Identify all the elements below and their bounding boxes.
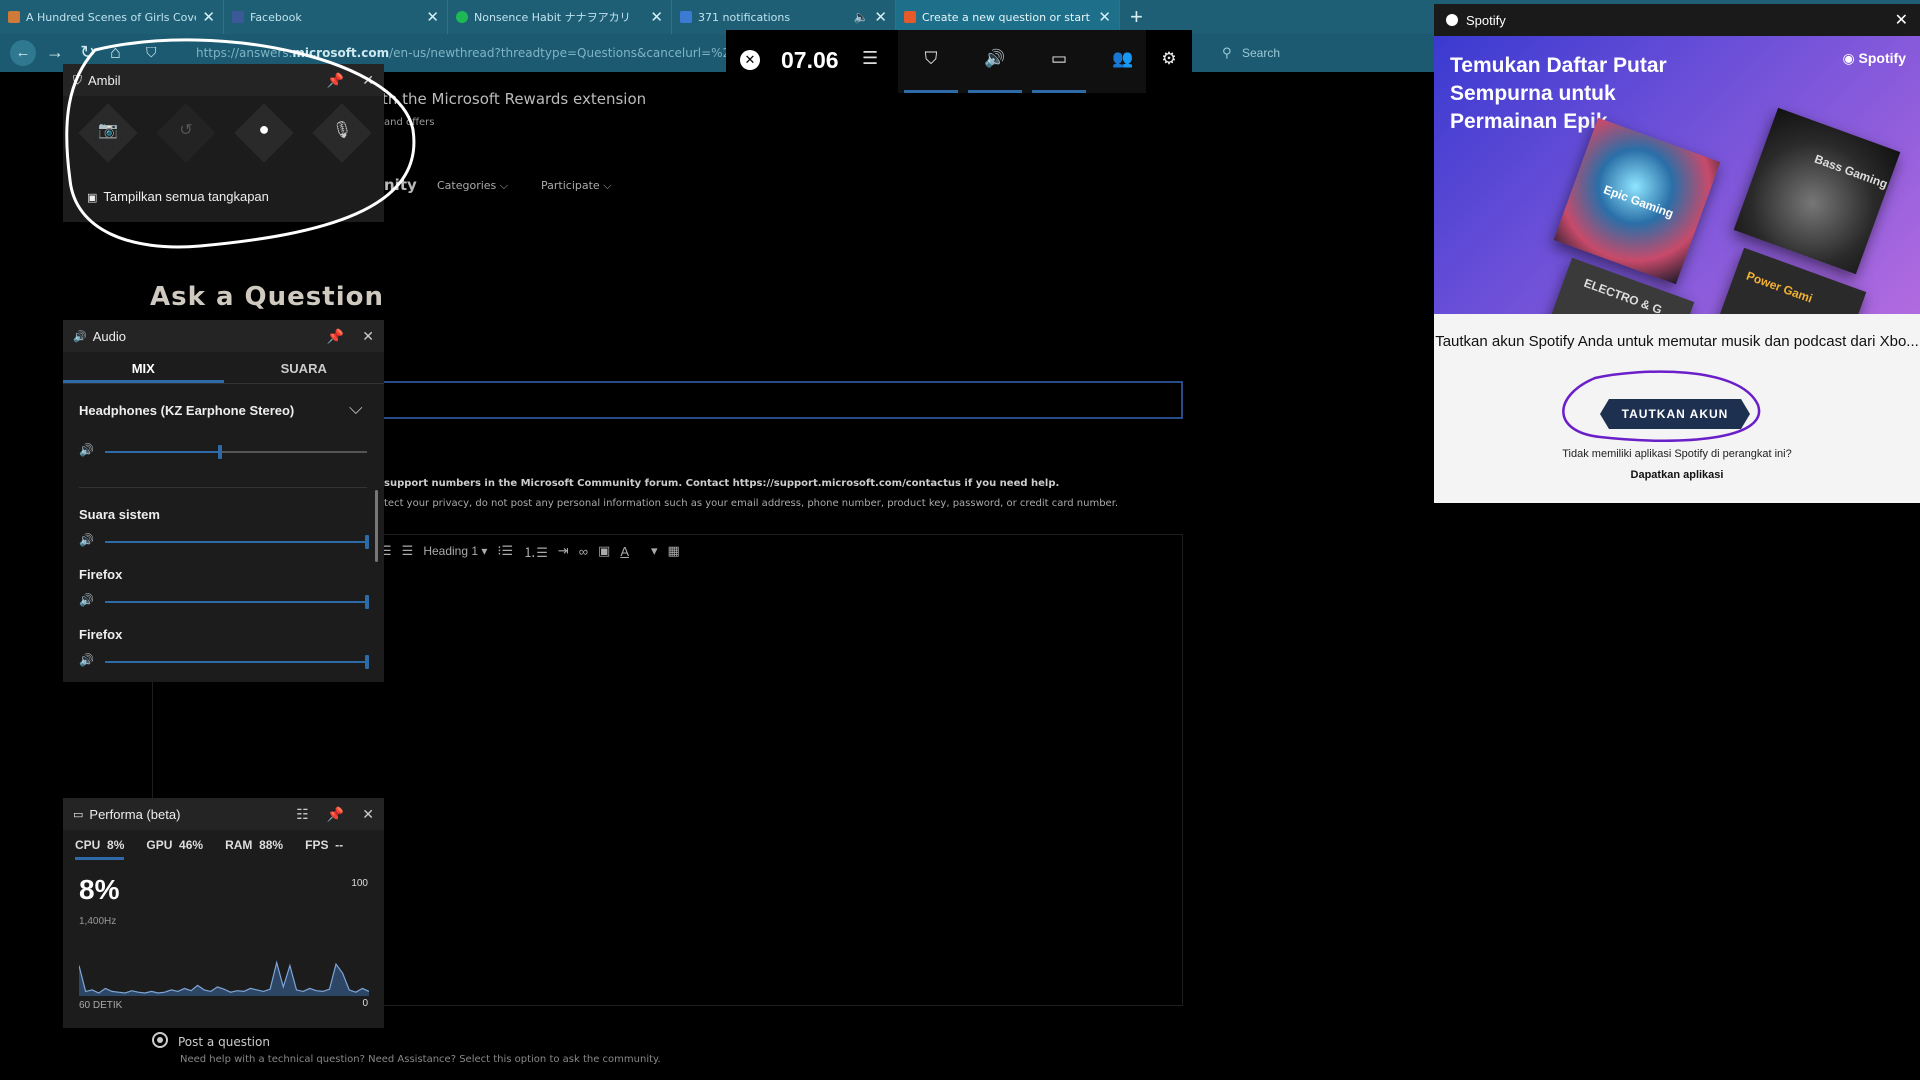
annotation-circle — [65, 38, 416, 249]
annotation-circle — [1562, 370, 1761, 442]
annotation-overlay — [65, 38, 1761, 442]
